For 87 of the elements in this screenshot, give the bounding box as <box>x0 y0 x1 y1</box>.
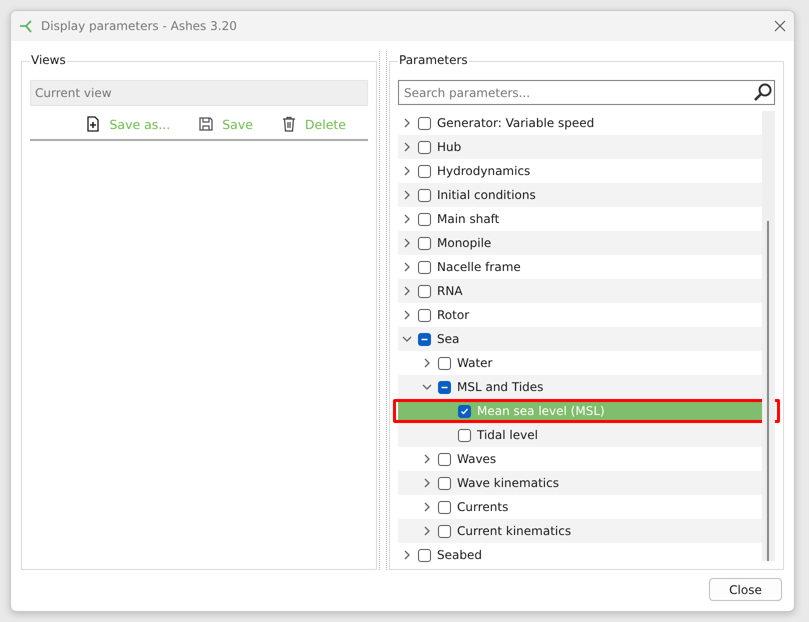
chevron-right-icon[interactable] <box>422 454 432 464</box>
checkbox[interactable] <box>438 524 451 538</box>
tree-row[interactable]: Hydrodynamics <box>398 159 762 183</box>
tree-item-label: Rotor <box>437 308 470 322</box>
tree-row[interactable]: MSL and Tides <box>398 375 762 399</box>
tree-item-label: Nacelle frame <box>437 260 521 274</box>
tree-item-label: Currents <box>457 500 508 514</box>
tree-row[interactable]: RNA <box>398 279 762 303</box>
tree-item-label: MSL and Tides <box>457 380 544 394</box>
chevron-right-icon[interactable] <box>402 118 412 128</box>
tree-row[interactable]: Main shaft <box>398 207 762 231</box>
checkbox[interactable] <box>418 284 431 298</box>
tree-item-label: Current kinematics <box>457 524 572 538</box>
scrollbar[interactable] <box>762 111 775 561</box>
tree-item-label: Hub <box>437 140 462 154</box>
close-icon[interactable] <box>774 20 786 32</box>
chevron-right-icon[interactable] <box>402 310 412 320</box>
tree-row[interactable]: Tidal level <box>398 423 762 447</box>
chevron-down-icon[interactable] <box>402 334 412 344</box>
checkbox[interactable] <box>438 356 451 370</box>
tree-row[interactable]: Wave kinematics <box>398 471 762 495</box>
checkbox[interactable] <box>418 548 431 562</box>
save-icon <box>198 116 214 132</box>
tree-row[interactable]: Currents <box>398 495 762 519</box>
tree-row[interactable]: Waves <box>398 447 762 471</box>
chevron-right-icon[interactable] <box>402 214 412 224</box>
search-field[interactable]: Search parameters... <box>398 80 775 105</box>
tree-row[interactable]: Sea <box>398 327 762 351</box>
group-title: Parameters <box>398 53 469 67</box>
tree-item-label: Initial conditions <box>437 188 536 202</box>
checkbox[interactable] <box>438 500 451 514</box>
tree-row[interactable]: Hub <box>398 135 762 159</box>
view-field[interactable]: Current view <box>30 80 368 106</box>
chevron-right-icon[interactable] <box>422 478 432 488</box>
checkbox[interactable] <box>438 380 451 394</box>
app-logo-icon <box>19 19 33 33</box>
check-icon <box>460 406 469 416</box>
trash-icon <box>280 116 297 132</box>
tree-row[interactable]: Seabed <box>398 543 762 567</box>
chevron-right-icon[interactable] <box>402 286 412 296</box>
tree-item-label: Sea <box>437 332 460 346</box>
checkbox[interactable] <box>418 260 431 274</box>
tree-item-label: Generator: Variable speed <box>437 116 594 130</box>
checkbox[interactable] <box>418 332 431 346</box>
group-title: Views <box>30 53 67 67</box>
tree-row[interactable]: Rotor <box>398 303 762 327</box>
checkbox[interactable] <box>458 404 471 418</box>
new-file-icon <box>85 116 102 132</box>
checkbox[interactable] <box>418 308 431 322</box>
checkbox[interactable] <box>418 116 431 130</box>
chevron-right-icon[interactable] <box>402 190 412 200</box>
tree-item-label: Monopile <box>437 236 492 250</box>
tree-row[interactable]: Nacelle frame <box>398 255 762 279</box>
close-button[interactable]: Close <box>709 578 782 601</box>
chevron-right-icon[interactable] <box>422 502 432 512</box>
window-title: Display parameters - Ashes 3.20 <box>41 19 238 33</box>
chevron-right-icon[interactable] <box>402 550 412 560</box>
checkbox[interactable] <box>438 476 451 490</box>
chevron-right-icon[interactable] <box>402 166 412 176</box>
checkbox[interactable] <box>438 452 451 466</box>
chevron-right-icon[interactable] <box>402 142 412 152</box>
checkbox[interactable] <box>418 164 431 178</box>
checkbox[interactable] <box>418 236 431 250</box>
chevron-right-icon[interactable] <box>422 358 432 368</box>
checkbox[interactable] <box>458 428 471 442</box>
tree-item-label: Seabed <box>437 548 482 562</box>
chevron-down-icon[interactable] <box>422 382 432 392</box>
tree-item-label: Waves <box>457 452 496 466</box>
tree-row[interactable]: Water <box>398 351 762 375</box>
tree-item-label: Tidal level <box>477 428 538 442</box>
checkbox[interactable] <box>418 212 431 226</box>
tree-item-label: Hydrodynamics <box>437 164 530 178</box>
tree-item-label: Main shaft <box>437 212 500 226</box>
chevron-right-icon[interactable] <box>422 526 432 536</box>
tree-row[interactable]: Current kinematics <box>398 519 762 543</box>
checkbox[interactable] <box>418 140 431 154</box>
chevron-right-icon[interactable] <box>402 262 412 272</box>
chevron-right-icon[interactable] <box>402 238 412 248</box>
tree-item-label: Water <box>457 356 492 370</box>
tree-item-label: Wave kinematics <box>457 476 559 490</box>
tree-row[interactable]: Initial conditions <box>398 183 762 207</box>
checkbox[interactable] <box>418 188 431 202</box>
tree-row[interactable]: Monopile <box>398 231 762 255</box>
tree-item-label: Mean sea level (MSL) <box>477 404 605 418</box>
tree-item-label: RNA <box>437 284 463 298</box>
tree-row[interactable]: Generator: Variable speed <box>398 111 762 135</box>
search-icon[interactable] <box>753 82 773 102</box>
